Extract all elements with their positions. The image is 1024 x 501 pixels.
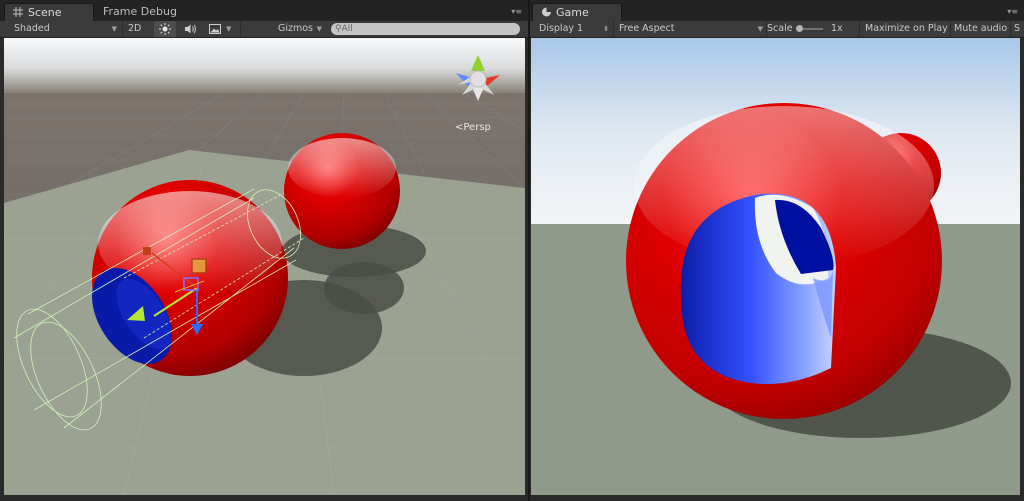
maximize-on-play-toggle[interactable]: Maximize on Play <box>865 21 949 37</box>
scene-toolbar: Shaded ▼ 2D ▼ Gizmos ▼ ⚲All <box>0 21 528 38</box>
display-value: Display 1 <box>539 23 584 34</box>
display-dropdown[interactable]: Display 1 ⬍ <box>539 21 611 37</box>
scale-slider[interactable]: Scale 1x <box>767 21 849 37</box>
chevron-down-icon: ▼ <box>111 25 117 33</box>
stats-toggle[interactable]: S <box>1014 21 1024 37</box>
chevron-updown-icon: ⬍ <box>603 25 609 33</box>
game-tabstrip: Game ▾≡ <box>530 0 1024 22</box>
panel-menu-icon[interactable]: ▾≡ <box>511 7 522 16</box>
toggle-2d-button[interactable]: 2D <box>128 21 150 37</box>
scale-slider-thumb[interactable] <box>796 25 803 32</box>
scale-label: Scale <box>767 23 793 34</box>
scene-viewport[interactable]: <Persp <box>4 38 525 495</box>
maximize-on-play-label: Maximize on Play <box>865 23 948 34</box>
scene-panel: Scene Frame Debug ▾≡ Shaded ▼ 2D ▼ Gizmo… <box>0 0 528 501</box>
panel-menu-icon[interactable]: ▾≡ <box>1007 7 1018 16</box>
gizmos-dropdown[interactable]: Gizmos ▼ <box>278 21 324 37</box>
game-viewport[interactable] <box>531 38 1020 495</box>
scene-tabstrip: Scene Frame Debug ▾≡ <box>0 0 528 22</box>
chevron-down-icon: ▼ <box>757 25 763 33</box>
image-icon <box>209 24 221 34</box>
search-icon: ⚲ <box>335 24 342 34</box>
chevron-down-icon: ▼ <box>316 25 322 33</box>
projection-toggle[interactable]: <Persp <box>455 122 491 133</box>
effects-dropdown[interactable]: ▼ <box>206 21 236 37</box>
gizmos-label: Gizmos <box>278 23 314 34</box>
search-placeholder: All <box>341 24 353 34</box>
lighting-toggle-button[interactable] <box>154 21 176 37</box>
toggle-2d-label: 2D <box>128 23 142 34</box>
sun-icon <box>159 23 171 35</box>
search-input[interactable]: ⚲All <box>331 23 520 35</box>
projection-label: <Persp <box>455 122 491 133</box>
speaker-icon <box>184 23 197 35</box>
scene-grid-icon <box>13 7 23 17</box>
tab-game-label: Game <box>556 6 589 19</box>
aspect-value: Free Aspect <box>619 23 675 34</box>
audio-toggle-button[interactable] <box>180 21 202 37</box>
shading-mode-dropdown[interactable]: Shaded ▼ <box>14 21 120 37</box>
far-red-sphere[interactable] <box>284 133 400 249</box>
aspect-dropdown[interactable]: Free Aspect ▼ <box>619 21 765 37</box>
tab-game[interactable]: Game <box>532 3 622 21</box>
shading-mode-value: Shaded <box>14 23 50 34</box>
mute-audio-toggle[interactable]: Mute audio <box>954 21 1010 37</box>
chevron-down-icon: ▼ <box>226 25 232 33</box>
tab-frame-debug-label: Frame Debug <box>103 5 177 18</box>
tab-scene-label: Scene <box>28 6 62 19</box>
game-controller-icon <box>541 7 551 17</box>
mute-audio-label: Mute audio <box>954 23 1008 34</box>
game-panel: Game ▾≡ Display 1 ⬍ Free Aspect ▼ Scale … <box>528 0 1024 501</box>
tab-scene[interactable]: Scene <box>4 3 94 21</box>
tab-frame-debug[interactable]: Frame Debug <box>95 3 195 21</box>
game-toolbar: Display 1 ⬍ Free Aspect ▼ Scale 1x Maxim… <box>530 21 1024 38</box>
stats-label: S <box>1014 23 1021 34</box>
scale-value: 1x <box>831 23 843 34</box>
front-red-sphere <box>626 103 942 419</box>
